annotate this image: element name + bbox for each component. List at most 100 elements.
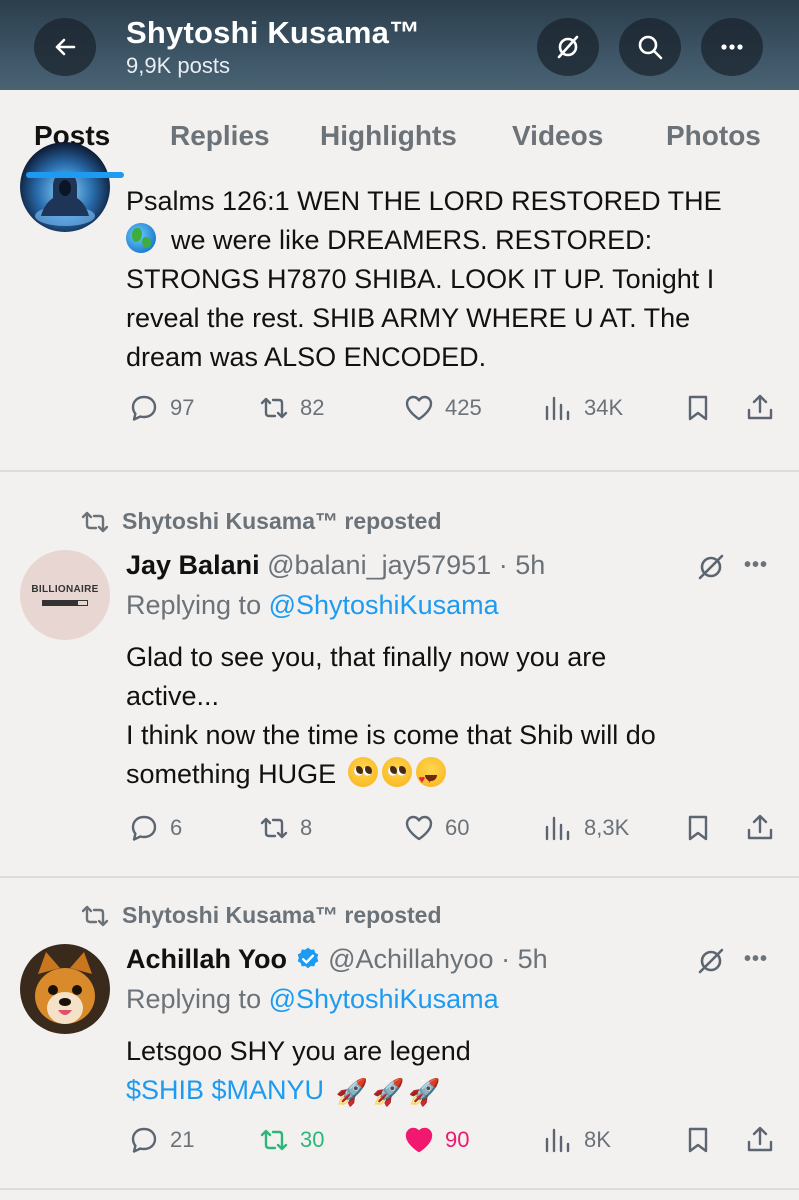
post-text-line: Glad to see you, that finally now you ar… — [126, 642, 607, 672]
like-button[interactable]: 425 — [403, 392, 482, 424]
post-text: Glad to see you, that finally now you ar… — [126, 638, 786, 800]
back-button[interactable] — [34, 18, 96, 76]
view-count: 34K — [584, 395, 624, 420]
more-icon[interactable]: ••• — [744, 948, 768, 971]
post-text: Letsgoo SHY you are legend $SHIB $MANYU … — [126, 1032, 786, 1110]
tab-highlights[interactable]: Highlights — [320, 120, 457, 152]
post-actions: 6 8 60 8,3K — [0, 812, 799, 852]
bookmark-button[interactable] — [682, 812, 714, 844]
tab-replies[interactable]: Replies — [170, 120, 270, 152]
post-text-line: $SHIB $MANYU 🚀 🚀 🚀 — [126, 1071, 786, 1110]
avatar-jay-balani[interactable]: BILLIONAIRE — [20, 550, 110, 640]
bookmark-icon — [688, 815, 708, 841]
reply-icon — [131, 815, 157, 841]
heart-eyes-emoji — [415, 757, 446, 800]
reply-button[interactable]: 6 — [128, 812, 182, 844]
reply-button[interactable]: 21 — [128, 1124, 194, 1156]
author-name[interactable]: Jay Balani — [126, 550, 260, 580]
post-text-line: reveal the rest. SHIB ARMY WHERE U AT. T… — [126, 303, 691, 333]
share-icon — [747, 1126, 773, 1152]
grok-button[interactable] — [694, 550, 728, 584]
post-text-line: I think now the time is come that Shib w… — [126, 720, 656, 750]
reply-icon — [131, 1127, 157, 1153]
like-button[interactable]: 60 — [403, 812, 469, 844]
avatar-achillah-yoo[interactable] — [20, 944, 110, 1034]
repost-attribution-text: Shytoshi Kusama™ reposted — [122, 902, 442, 928]
post-text-line: Letsgoo SHY you are legend — [126, 1036, 471, 1066]
search-icon — [638, 35, 663, 60]
divider — [0, 470, 799, 472]
replying-to: Replying to @ShytoshiKusama — [126, 590, 499, 621]
earth-globe-emoji — [126, 223, 156, 253]
post-count: 9,9K posts — [126, 53, 230, 78]
author-name[interactable]: Achillah Yoo — [126, 944, 287, 974]
grok-icon — [698, 948, 724, 974]
divider — [0, 876, 799, 878]
reply-count: 97 — [170, 395, 195, 420]
rocket-emoji: 🚀 — [371, 1077, 405, 1107]
grok-icon — [698, 554, 724, 580]
share-button[interactable] — [744, 392, 776, 424]
heart-icon — [405, 395, 433, 421]
post-meta: Achillah Yoo @Achillahyoo · 5h — [126, 942, 548, 976]
share-button[interactable] — [744, 812, 776, 844]
search-button[interactable] — [619, 18, 681, 76]
pleading-face-emoji — [381, 757, 412, 787]
tab-videos[interactable]: Videos — [512, 120, 603, 152]
replying-to-link[interactable]: @ShytoshiKusama — [269, 590, 499, 620]
views-chart-icon — [545, 1128, 570, 1153]
avatar-shytoshi[interactable] — [20, 142, 110, 232]
grok-button[interactable] — [537, 18, 599, 76]
author-handle[interactable]: @balani_jay57951 — [267, 550, 491, 580]
back-arrow-icon — [55, 38, 76, 56]
avatar-text: BILLIONAIRE — [31, 584, 99, 595]
repost-attribution-text: Shytoshi Kusama™ reposted — [122, 508, 442, 534]
replying-to-link[interactable]: @ShytoshiKusama — [269, 984, 499, 1014]
reply-button[interactable]: 97 — [128, 392, 194, 424]
shiba-dog-avatar — [20, 944, 110, 1034]
views-button[interactable]: 8,3K — [542, 812, 629, 844]
post-text-line: something HUGE — [126, 755, 786, 800]
views-button[interactable]: 8K — [542, 1124, 611, 1156]
bookmark-button[interactable] — [682, 392, 714, 424]
repost-icon — [260, 1129, 288, 1151]
pleading-face-emoji — [347, 757, 378, 787]
post-text-line: Psalms 126:1 WEN THE LORD RESTORED THE — [126, 186, 722, 216]
share-button[interactable] — [744, 1124, 776, 1156]
author-handle[interactable]: @Achillahyoo — [328, 944, 494, 974]
repost-attribution[interactable]: Shytoshi Kusama™ reposted — [80, 902, 442, 929]
replying-to-prefix: Replying to — [126, 984, 269, 1014]
repost-button[interactable]: 82 — [258, 392, 324, 424]
like-button[interactable]: 90 — [403, 1124, 469, 1156]
post-text-line: dream was ALSO ENCODED. — [126, 342, 487, 372]
profile-tabs: Posts Replies Highlights Videos Photos — [0, 90, 799, 182]
like-count: 60 — [445, 815, 470, 840]
post-text-segment: we were like DREAMERS. RESTORED: — [171, 225, 653, 255]
post-time[interactable]: · 5h — [501, 944, 548, 974]
view-count: 8,3K — [584, 815, 630, 840]
share-icon — [747, 814, 773, 840]
repost-icon — [81, 511, 109, 532]
bookmark-icon — [688, 1127, 708, 1153]
bookmark-button[interactable] — [682, 1124, 714, 1156]
more-button[interactable] — [701, 18, 763, 76]
repost-icon — [260, 397, 288, 419]
repost-icon — [81, 905, 109, 926]
repost-button[interactable]: 8 — [258, 812, 312, 844]
more-icon[interactable]: ••• — [744, 554, 768, 577]
reply-count: 6 — [170, 815, 183, 840]
repost-button[interactable]: 30 — [258, 1124, 324, 1156]
avatar-loading-fill — [43, 601, 79, 605]
tab-photos[interactable]: Photos — [666, 120, 761, 152]
repost-attribution[interactable]: Shytoshi Kusama™ reposted — [80, 508, 442, 535]
grok-button[interactable] — [694, 944, 728, 978]
cashtag-links[interactable]: $SHIB $MANYU — [126, 1075, 324, 1105]
avatar-loading-bar — [42, 600, 88, 606]
repost-count: 82 — [300, 395, 325, 420]
repost-count: 8 — [300, 815, 313, 840]
verified-badge-icon — [297, 947, 318, 969]
post-time[interactable]: · 5h — [499, 550, 546, 580]
post-actions: 97 82 425 34K — [0, 392, 799, 432]
post-text-line: STRONGS H7870 SHIBA. LOOK IT UP. Tonight… — [126, 264, 715, 294]
views-button[interactable]: 34K — [542, 392, 623, 424]
